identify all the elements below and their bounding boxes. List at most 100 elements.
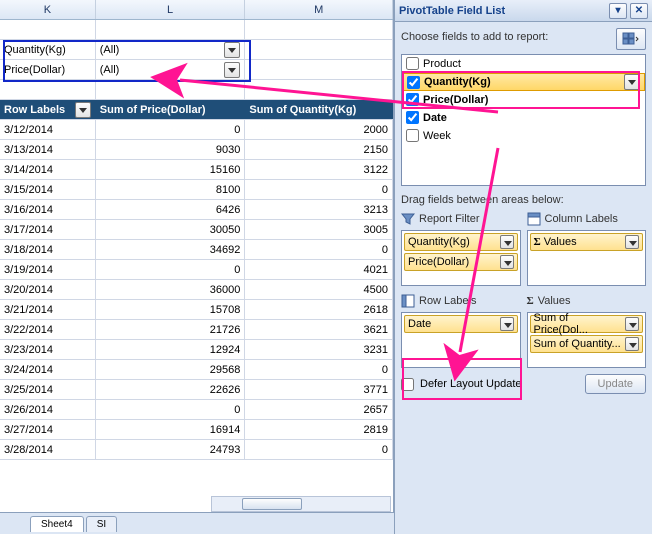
area-item[interactable]: Sum of Quantity...	[530, 335, 644, 353]
cell-qty[interactable]: 0	[245, 180, 393, 199]
table-row[interactable]: 3/19/201404021	[0, 260, 393, 280]
cell-qty[interactable]: 2000	[245, 120, 393, 139]
field-item[interactable]: Product	[402, 55, 645, 73]
cell-date[interactable]: 3/28/2014	[0, 440, 96, 459]
cell-price[interactable]: 15708	[96, 300, 246, 319]
field-list[interactable]: ProductQuantity(Kg)Price(Dollar)DateWeek	[401, 54, 646, 186]
col-header-L[interactable]: L	[96, 0, 246, 19]
cell-date[interactable]: 3/12/2014	[0, 120, 96, 139]
chevron-down-icon[interactable]	[625, 317, 639, 331]
scroll-thumb[interactable]	[242, 498, 302, 510]
table-row[interactable]: 3/15/201481000	[0, 180, 393, 200]
field-checkbox[interactable]	[407, 76, 420, 89]
field-item[interactable]: Date	[402, 109, 645, 127]
cell-qty[interactable]: 3771	[245, 380, 393, 399]
cell-date[interactable]: 3/21/2014	[0, 300, 96, 319]
cell-price[interactable]: 24793	[96, 440, 246, 459]
chevron-down-icon[interactable]	[75, 102, 91, 118]
field-checkbox[interactable]	[406, 129, 419, 142]
area-item[interactable]: Price(Dollar)	[404, 253, 518, 271]
table-row[interactable]: 3/17/2014300503005	[0, 220, 393, 240]
field-item[interactable]: Quantity(Kg)	[402, 73, 645, 91]
table-row[interactable]: 3/21/2014157082618	[0, 300, 393, 320]
cell-price[interactable]: 16914	[96, 420, 246, 439]
chevron-down-icon[interactable]	[500, 235, 514, 249]
chevron-down-icon[interactable]	[625, 337, 639, 351]
row-labels-header[interactable]: Row Labels	[0, 100, 96, 119]
chevron-down-icon[interactable]	[625, 235, 639, 249]
panel-dropdown-button[interactable]: ▾	[609, 3, 627, 19]
cell-date[interactable]: 3/13/2014	[0, 140, 96, 159]
cell-date[interactable]: 3/18/2014	[0, 240, 96, 259]
cell-price[interactable]: 36000	[96, 280, 246, 299]
filter-value[interactable]: (All)	[96, 60, 246, 79]
table-row[interactable]: 3/23/2014129243231	[0, 340, 393, 360]
cell-price[interactable]: 0	[96, 260, 246, 279]
cell-price[interactable]: 6426	[96, 200, 246, 219]
close-icon[interactable]: ✕	[630, 3, 648, 19]
table-row[interactable]: 3/16/201464263213	[0, 200, 393, 220]
table-row[interactable]: 3/22/2014217263621	[0, 320, 393, 340]
cell-price[interactable]: 15160	[96, 160, 246, 179]
area-item[interactable]: Date	[404, 315, 518, 333]
table-row[interactable]: 3/28/2014247930	[0, 440, 393, 460]
area-item[interactable]: Σ Values	[530, 233, 644, 251]
field-checkbox[interactable]	[406, 111, 419, 124]
field-item[interactable]: Price(Dollar)	[402, 91, 645, 109]
cell-qty[interactable]: 2618	[245, 300, 393, 319]
chevron-down-icon[interactable]	[500, 255, 514, 269]
cell-price[interactable]: 0	[96, 400, 246, 419]
cell-date[interactable]: 3/24/2014	[0, 360, 96, 379]
table-row[interactable]: 3/26/201402657	[0, 400, 393, 420]
cell-qty[interactable]: 3005	[245, 220, 393, 239]
chevron-down-icon[interactable]	[624, 74, 640, 90]
cell-qty[interactable]: 2819	[245, 420, 393, 439]
cell-date[interactable]: 3/17/2014	[0, 220, 96, 239]
cell-qty[interactable]: 2150	[245, 140, 393, 159]
filter-value[interactable]: (All)	[96, 40, 246, 59]
layout-options-button[interactable]	[616, 28, 646, 50]
cell-price[interactable]: 8100	[96, 180, 246, 199]
defer-update-checkbox[interactable]	[401, 378, 414, 391]
col-header-K[interactable]: K	[0, 0, 96, 19]
cell-date[interactable]: 3/26/2014	[0, 400, 96, 419]
cell-qty[interactable]: 3231	[245, 340, 393, 359]
row-labels-box[interactable]: Date	[401, 312, 521, 368]
cell-price[interactable]: 9030	[96, 140, 246, 159]
cell-price[interactable]: 0	[96, 120, 246, 139]
area-item[interactable]: Sum of Price(Dol...	[530, 315, 644, 333]
update-button[interactable]: Update	[585, 374, 646, 394]
field-checkbox[interactable]	[406, 57, 419, 70]
horizontal-scrollbar[interactable]	[211, 496, 391, 512]
cell-qty[interactable]: 0	[245, 440, 393, 459]
chevron-down-icon[interactable]	[224, 62, 240, 78]
cell-qty[interactable]: 2657	[245, 400, 393, 419]
cell-date[interactable]: 3/20/2014	[0, 280, 96, 299]
cell-date[interactable]: 3/15/2014	[0, 180, 96, 199]
area-item[interactable]: Quantity(Kg)	[404, 233, 518, 251]
field-checkbox[interactable]	[406, 93, 419, 106]
table-row[interactable]: 3/25/2014226263771	[0, 380, 393, 400]
cell-qty[interactable]: 0	[245, 240, 393, 259]
cell-qty[interactable]: 0	[245, 360, 393, 379]
cell-date[interactable]: 3/14/2014	[0, 160, 96, 179]
cell-price[interactable]: 12924	[96, 340, 246, 359]
table-row[interactable]: 3/14/2014151603122	[0, 160, 393, 180]
table-row[interactable]: 3/27/2014169142819	[0, 420, 393, 440]
cell-price[interactable]: 34692	[96, 240, 246, 259]
cell-qty[interactable]: 3621	[245, 320, 393, 339]
cell-qty[interactable]: 4500	[245, 280, 393, 299]
sheet-tab-active[interactable]: Sheet4	[30, 516, 84, 532]
cell-qty[interactable]: 4021	[245, 260, 393, 279]
field-item[interactable]: Week	[402, 127, 645, 145]
col-header-M[interactable]: M	[245, 0, 393, 19]
cell-qty[interactable]: 3122	[245, 160, 393, 179]
chevron-down-icon[interactable]	[500, 317, 514, 331]
cell-date[interactable]: 3/23/2014	[0, 340, 96, 359]
table-row[interactable]: 3/13/201490302150	[0, 140, 393, 160]
table-row[interactable]: 3/24/2014295680	[0, 360, 393, 380]
table-row[interactable]: 3/18/2014346920	[0, 240, 393, 260]
cell-date[interactable]: 3/22/2014	[0, 320, 96, 339]
values-box[interactable]: Sum of Price(Dol... Sum of Quantity...	[527, 312, 647, 368]
sheet-tab[interactable]: SI	[86, 516, 117, 532]
